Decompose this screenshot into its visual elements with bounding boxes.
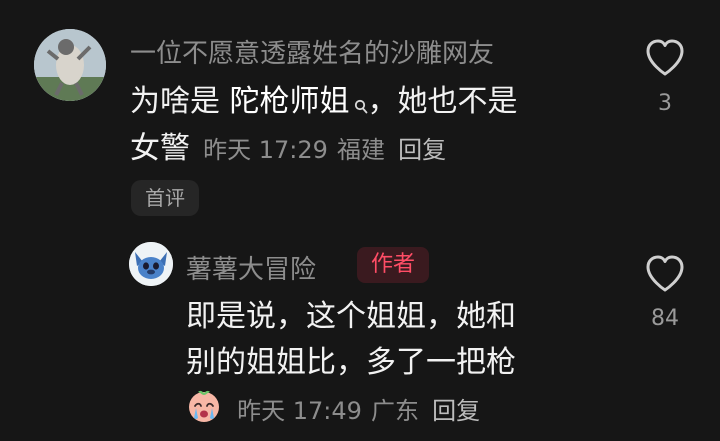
- first-comment-badge: 首评: [131, 180, 199, 216]
- comment-text-line2: 女警: [130, 131, 190, 166]
- commenter-username[interactable]: 一位不愿意透露姓名的沙雕网友: [130, 33, 494, 70]
- reply-text-line2: 别的姐姐比，多了一把枪: [186, 345, 516, 380]
- replier-avatar[interactable]: [129, 242, 173, 286]
- heart-icon[interactable]: [644, 39, 686, 82]
- reply-reply-button[interactable]: 回复: [432, 397, 480, 425]
- comment-like-count: 3: [658, 91, 672, 116]
- reply-like-count: 84: [651, 306, 679, 331]
- reply-location: 广东: [370, 396, 419, 425]
- comment-like-button[interactable]: [644, 38, 686, 82]
- crying-face-icon: [186, 388, 222, 428]
- search-icon[interactable]: [354, 84, 368, 128]
- comment-time: 昨天 17:29: [203, 136, 328, 164]
- comment-location: 福建: [336, 136, 385, 164]
- replier-username[interactable]: 薯薯大冒险: [186, 249, 316, 286]
- comment-text-suffix: ，她也不是: [367, 84, 518, 119]
- search-link[interactable]: 陀枪师姐: [230, 84, 368, 119]
- reply-text-line1: 即是说，这个姐姐，她和: [186, 299, 516, 334]
- reply-like-button[interactable]: [644, 254, 686, 298]
- comment-reply-button[interactable]: 回复: [398, 136, 446, 164]
- heart-icon[interactable]: [644, 255, 686, 298]
- comment-text-prefix: 为啥是: [130, 84, 230, 119]
- reply-time: 昨天 17:49: [237, 396, 362, 425]
- commenter-avatar[interactable]: [34, 29, 106, 101]
- comment-text-line2-row: 女警 昨天 17:29 福建 回复: [130, 127, 446, 171]
- search-link-text[interactable]: 陀枪师姐: [230, 84, 350, 119]
- author-badge: 作者: [357, 247, 430, 283]
- comment-text-line1: 为啥是 陀枪师姐 ，她也不是: [130, 80, 518, 128]
- reply-meta-row: 昨天 17:49 广东 回复: [186, 388, 480, 428]
